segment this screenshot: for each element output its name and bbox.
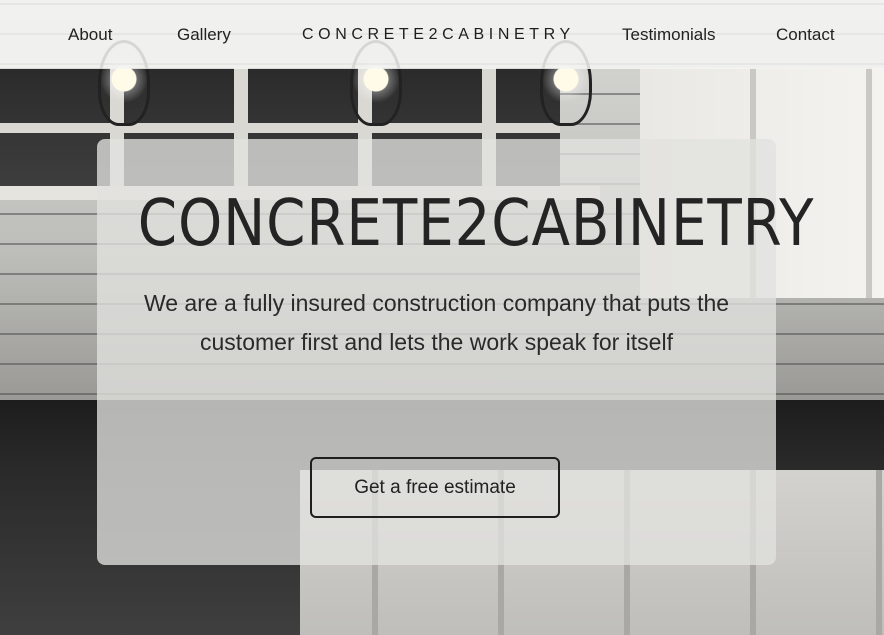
hero-description: We are a fully insured construction comp… bbox=[143, 290, 730, 355]
nav-link-contact[interactable]: Contact bbox=[776, 24, 835, 46]
nav-link-testimonials[interactable]: Testimonials bbox=[622, 24, 716, 46]
free-estimate-button[interactable]: Get a free estimate bbox=[310, 457, 560, 518]
top-navigation: About Gallery CONCRETE2CABINETRY Testimo… bbox=[0, 0, 884, 69]
nav-link-about[interactable]: About bbox=[68, 24, 112, 46]
hero-card: CONCRETE2CABINETRY We are a fully insure… bbox=[97, 139, 815, 565]
nav-brand-logo[interactable]: CONCRETE2CABINETRY bbox=[302, 24, 575, 46]
hero-title: CONCRETE2CABINETRY bbox=[137, 187, 815, 261]
nav-link-gallery[interactable]: Gallery bbox=[177, 24, 231, 46]
